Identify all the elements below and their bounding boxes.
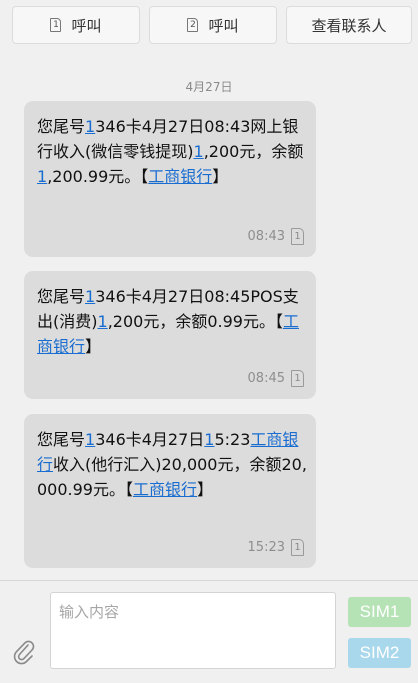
message-thread[interactable]: 4月27日 您尾号1346卡4月27日08:43网上银行收入(微信零钱提现)1,…	[0, 50, 418, 580]
message-link[interactable]: 工商银行	[133, 480, 197, 499]
call-sim1-button[interactable]: 1 呼叫	[12, 6, 140, 44]
send-sim1-button[interactable]: SIM1	[348, 597, 411, 627]
call-label: 呼叫	[208, 16, 239, 35]
view-contact-label: 查看联系人	[311, 16, 387, 35]
message-time: 08:43	[247, 229, 285, 244]
message-bubble[interactable]: 您尾号1346卡4月27日15:23工商银行收入(他行汇入)20,000元，余额…	[24, 414, 316, 568]
message-time: 08:45	[247, 371, 285, 386]
view-contact-button[interactable]: 查看联系人	[286, 6, 412, 44]
message-bubble[interactable]: 您尾号1346卡4月27日08:45POS支出(消费)1,200元，余额0.99…	[24, 271, 316, 399]
sim-card-icon: 2	[187, 18, 199, 32]
message-input[interactable]: 输入内容	[50, 592, 336, 669]
message-text: 您尾号1346卡4月27日08:43网上银行收入(微信零钱提现)1,200元，余…	[37, 114, 307, 189]
message-link[interactable]: 1	[204, 430, 214, 449]
message-text-run: 】	[212, 167, 229, 186]
message-meta: 15:23 1	[248, 539, 304, 556]
message-link[interactable]: 1	[37, 167, 47, 186]
message-text-run: ,200元，余额0.99元。【	[107, 312, 283, 331]
composer-bar: 输入内容 SIM1 SIM2	[0, 580, 418, 683]
message-text-run: 您尾号	[37, 430, 86, 449]
date-separator: 4月27日	[185, 80, 233, 94]
message-text: 您尾号1346卡4月27日08:45POS支出(消费)1,200元，余额0.99…	[37, 284, 307, 359]
message-link[interactable]: 1	[85, 430, 95, 449]
action-toolbar: 1 呼叫 2 呼叫 查看联系人	[0, 0, 418, 50]
message-text-run: 5:23	[214, 430, 251, 449]
message-text-run: ,200.99元。【	[47, 167, 149, 186]
message-link[interactable]: 1	[85, 287, 95, 306]
sim-card-icon: 1	[291, 539, 304, 556]
message-text-run: 】	[85, 337, 102, 356]
message-text-run: 您尾号	[37, 117, 86, 136]
message-link[interactable]: 1	[98, 312, 108, 331]
message-meta: 08:45 1	[248, 370, 304, 387]
message-text-run: ,200元，余额	[203, 142, 304, 161]
message-bubble[interactable]: 您尾号1346卡4月27日08:43网上银行收入(微信零钱提现)1,200元，余…	[24, 101, 316, 257]
message-link[interactable]: 工商银行	[148, 167, 212, 186]
paperclip-icon[interactable]	[12, 639, 36, 665]
message-link[interactable]: 1	[85, 117, 95, 136]
message-time: 15:23	[247, 540, 285, 555]
call-label: 呼叫	[71, 16, 102, 35]
call-sim2-button[interactable]: 2 呼叫	[149, 6, 277, 44]
send-sim2-button[interactable]: SIM2	[348, 638, 411, 668]
message-text-run: 您尾号	[37, 287, 86, 306]
message-meta: 08:43 1	[248, 228, 304, 245]
message-text-run: 】	[197, 480, 214, 499]
sim-card-icon: 1	[291, 228, 304, 245]
sim-card-icon: 1	[50, 18, 62, 32]
message-text-run: 346卡4月27日	[95, 430, 205, 449]
message-text: 您尾号1346卡4月27日15:23工商银行收入(他行汇入)20,000元，余额…	[37, 427, 307, 502]
message-input-placeholder: 输入内容	[59, 603, 120, 621]
sim-card-icon: 1	[291, 370, 304, 387]
message-link[interactable]: 1	[194, 142, 204, 161]
